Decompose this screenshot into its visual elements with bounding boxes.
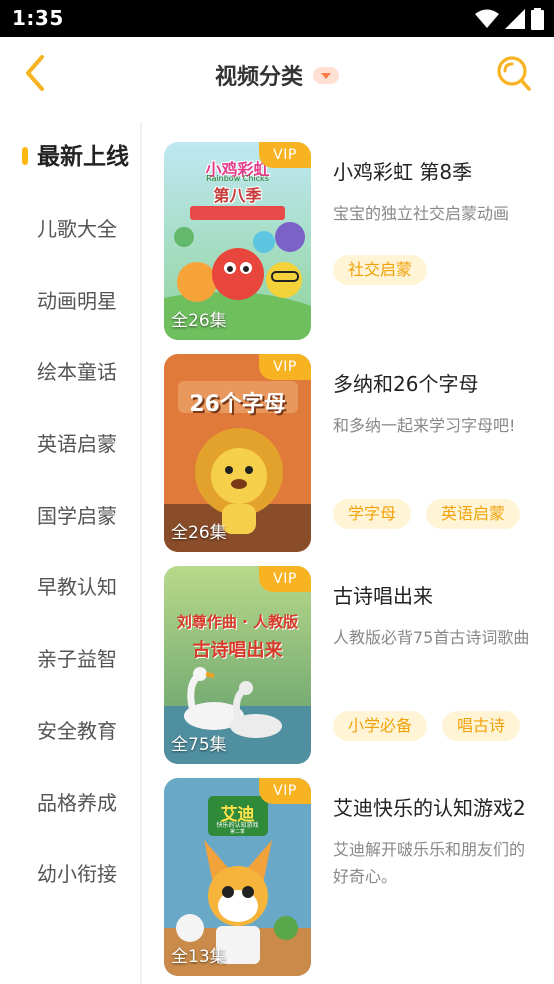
category-sidebar: 最新上线 儿歌大全 动画明星 绘本童话 英语启蒙 国学启蒙 早教认知 亲子益智 … <box>0 122 142 984</box>
poster-subtitle: Rainbow Chicks <box>206 174 269 183</box>
episode-count: 全13集 <box>171 947 227 967</box>
status-icons <box>475 8 544 30</box>
tag[interactable]: 学字母 <box>333 499 412 529</box>
video-card[interactable]: 小鸡彩虹 第八季 Rainbow Chicks VIP 全26集 小鸡彩虹 第8… <box>164 142 539 340</box>
sidebar-item-label: 早教认知 <box>37 574 117 599</box>
video-description: 宝宝的独立社交启蒙动画 <box>333 204 510 223</box>
sidebar-item-early-learning[interactable]: 早教认知 <box>0 557 140 613</box>
video-title: 艾迪快乐的认知游戏2 <box>333 796 526 820</box>
status-time: 1:35 <box>12 6 64 30</box>
episode-count: 全26集 <box>171 523 227 543</box>
poster-title: 26个字母 <box>189 392 286 417</box>
sidebar-item-label: 幼小衔接 <box>37 861 117 886</box>
tag[interactable]: 小学必备 <box>333 711 428 741</box>
video-title: 古诗唱出来 <box>333 584 433 608</box>
vip-badge: VIP <box>259 354 311 380</box>
sidebar-item-parent-child[interactable]: 亲子益智 <box>0 629 140 685</box>
tag[interactable]: 英语启蒙 <box>426 499 521 529</box>
poster-season: 第二季 <box>229 829 245 835</box>
video-title: 小鸡彩虹 第8季 <box>333 160 473 184</box>
tag[interactable]: 社交启蒙 <box>333 255 428 285</box>
search-icon <box>497 56 531 91</box>
poster-title: 古诗唱出来 <box>192 640 283 661</box>
video-card[interactable]: 26个字母 VIP 全26集 多纳和26个字母 和多纳一起来学习字母吧! 学字母… <box>164 354 539 552</box>
poster-title: 第八季 <box>213 186 262 205</box>
episode-count: 全26集 <box>171 311 227 331</box>
sidebar-item-label: 绘本童话 <box>37 359 117 384</box>
sidebar-item-label: 动画明星 <box>37 288 117 313</box>
video-description: 艾迪解开啵乐乐和朋友们的好奇心。 <box>333 840 526 886</box>
vip-badge: VIP <box>259 778 311 804</box>
vip-badge: VIP <box>259 566 311 592</box>
video-thumbnail: 艾迪 快乐的认知游戏 第二季 VIP 全13集 <box>164 778 311 976</box>
sidebar-item-latest[interactable]: 最新上线 <box>0 126 140 182</box>
video-thumbnail: 刘尊作曲 · 人教版 古诗唱出来 VIP 全75集 <box>164 566 311 764</box>
sidebar-item-label: 最新上线 <box>37 144 129 170</box>
sidebar-item-classics[interactable]: 国学启蒙 <box>0 486 140 542</box>
wifi-icon <box>475 9 499 28</box>
poster-subtitle: 刘尊作曲 · 人教版 <box>176 613 299 631</box>
category-selector[interactable]: 视频分类 <box>0 59 554 91</box>
video-card[interactable]: 刘尊作曲 · 人教版 古诗唱出来 VIP 全75集 古诗唱出来 人教版必背75首… <box>164 566 539 764</box>
sidebar-item-english[interactable]: 英语启蒙 <box>0 414 140 470</box>
sidebar-item-label: 国学启蒙 <box>37 503 117 528</box>
sidebar-item-cartoon-stars[interactable]: 动画明星 <box>0 271 140 327</box>
signal-icon <box>505 9 525 29</box>
sidebar-item-nursery-rhymes[interactable]: 儿歌大全 <box>0 199 140 255</box>
vip-badge: VIP <box>259 142 311 168</box>
tag-list: 社交启蒙 <box>333 255 428 285</box>
search-button[interactable] <box>496 54 532 92</box>
video-thumbnail: 小鸡彩虹 第八季 Rainbow Chicks VIP 全26集 <box>164 142 311 340</box>
tag-list: 小学必备 唱古诗 <box>333 711 521 741</box>
tag[interactable]: 唱古诗 <box>442 711 521 741</box>
sidebar-item-label: 品格养成 <box>37 790 117 815</box>
sidebar-item-preschool[interactable]: 幼小衔接 <box>0 844 140 900</box>
active-indicator <box>22 147 28 165</box>
video-title: 多纳和26个字母 <box>333 372 479 396</box>
caret-down-icon <box>313 66 339 84</box>
app-header: 视频分类 <box>0 37 554 109</box>
video-description: 和多纳一起来学习字母吧! <box>333 416 516 435</box>
sidebar-item-safety[interactable]: 安全教育 <box>0 701 140 757</box>
page-title: 视频分类 <box>214 65 303 90</box>
sidebar-item-character[interactable]: 品格养成 <box>0 773 140 829</box>
sidebar-item-label: 儿歌大全 <box>37 216 117 241</box>
video-description: 人教版必背75首古诗词歌曲 <box>333 628 530 647</box>
sidebar-item-label: 英语启蒙 <box>37 431 117 456</box>
sidebar-item-label: 亲子益智 <box>37 646 117 671</box>
tag-list: 学字母 英语启蒙 <box>333 499 521 529</box>
video-thumbnail: 26个字母 VIP 全26集 <box>164 354 311 552</box>
sidebar-item-picture-books[interactable]: 绘本童话 <box>0 342 140 398</box>
status-bar: 1:35 <box>0 0 554 37</box>
battery-icon <box>531 8 544 30</box>
video-card[interactable]: 艾迪 快乐的认知游戏 第二季 VIP 全13集 艾迪快乐的认知游戏2 艾迪解开啵… <box>164 778 539 976</box>
episode-count: 全75集 <box>171 735 227 755</box>
sidebar-item-label: 安全教育 <box>37 718 117 743</box>
